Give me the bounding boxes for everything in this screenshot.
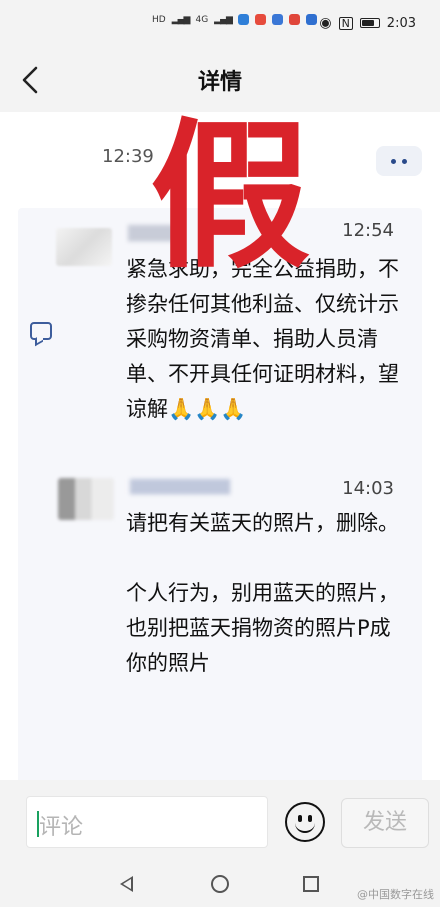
status-time: 2:03 [386, 15, 416, 31]
app3-icon [271, 14, 283, 25]
system-nav-bar: @中国数字在线 [0, 862, 440, 907]
signal2-icon: ▂▄▆ [214, 14, 233, 25]
app5-icon [305, 14, 317, 25]
signal1-label: 4G [195, 14, 209, 25]
nfc-icon: N [338, 16, 353, 30]
app4-icon [288, 14, 300, 25]
comment-input[interactable]: 评论 [26, 796, 268, 848]
watermark-text: @中国数字在线 [357, 888, 434, 901]
status-bar: HD ▂▄▆ 4G ▂▄▆ ◉ N 2:03 [0, 0, 440, 52]
comment-placeholder: 评论 [39, 815, 84, 840]
status-right-icons: ◉ N 2:03 [319, 15, 416, 31]
comment-bubble-icon[interactable] [30, 322, 52, 340]
emoji-button[interactable] [285, 802, 325, 842]
nav-recents-icon[interactable] [303, 876, 319, 892]
top-timestamp: 12:39 [102, 146, 154, 167]
comment-bar: 评论 发送 [0, 780, 440, 862]
more-dot-icon [391, 158, 396, 164]
nav-back-icon[interactable] [120, 876, 133, 892]
avatar [58, 478, 114, 520]
message-card: █████ 12:54 紧急求助，完全公益捐助，不掺杂任何其他利益、仅统计示采购… [18, 208, 422, 818]
signal1-icon: ▂▄▆ [171, 14, 191, 25]
page-title: 详情 [197, 70, 242, 95]
status-left-icons: HD ▂▄▆ 4G ▂▄▆ [152, 14, 317, 25]
top-header: 详情 [0, 52, 440, 110]
fake-stamp-overlay: 假 [150, 103, 310, 290]
message-text: 请把有关蓝天的照片，删除。 个人行为，别用蓝天的照片，也别把蓝天捐物资的照片P成… [126, 511, 399, 675]
avatar [56, 228, 112, 266]
eye-icon: ◉ [319, 15, 332, 31]
sender-name-blurred: ██████████ [130, 480, 230, 495]
app2-icon [254, 14, 266, 25]
text-caret [37, 811, 39, 837]
battery-icon [359, 18, 380, 28]
nav-home-icon[interactable] [211, 875, 229, 893]
app1-icon [237, 14, 249, 25]
watermark: @中国数字在线 [357, 886, 434, 902]
more-dot-icon [402, 158, 407, 164]
send-button[interactable]: 发送 [341, 798, 429, 848]
sim1-indicator: HD [152, 14, 166, 25]
detail-content: 12:39 █████ 12:54 紧急求助，完全公益捐助，不掺杂任何其他利益、… [0, 103, 440, 818]
more-options-button[interactable] [376, 146, 422, 176]
message-time: 12:54 [342, 220, 394, 241]
smiley-icon [298, 815, 302, 822]
message-time: 14:03 [342, 478, 394, 499]
